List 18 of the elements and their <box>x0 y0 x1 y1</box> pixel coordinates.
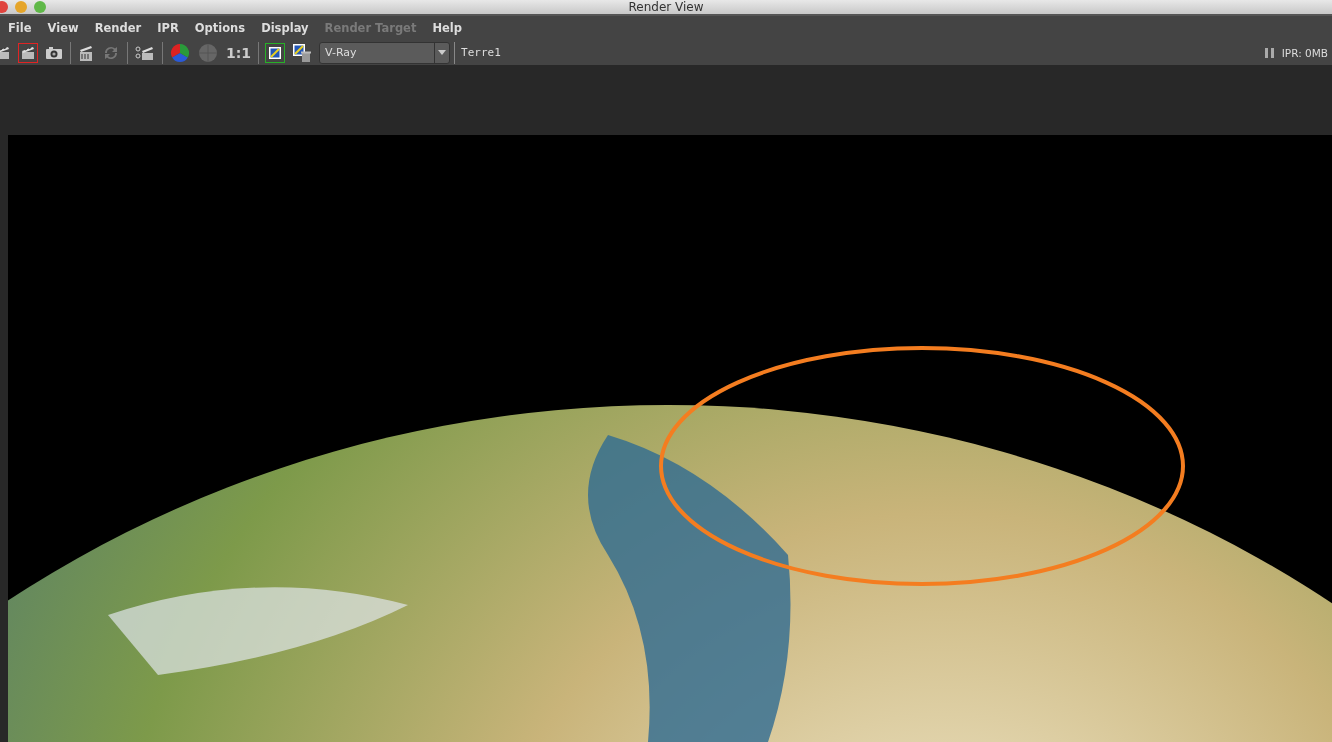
menu-item[interactable]: Options <box>186 21 254 35</box>
color-wheel-icon[interactable] <box>169 42 191 63</box>
actual-size-button[interactable]: 1:1 <box>225 42 253 63</box>
menu-item[interactable]: IPR <box>149 21 187 35</box>
renderer-dropdown[interactable]: V-Ray <box>319 41 451 64</box>
picture-trash-icon[interactable] <box>291 42 314 63</box>
ipr-memory-status: IPR: 0MB <box>1281 46 1328 59</box>
menu-item[interactable]: View <box>39 21 87 35</box>
clapperboard-icon[interactable] <box>18 42 38 63</box>
picture-icon[interactable] <box>265 42 286 63</box>
menu-item[interactable]: Display <box>253 21 317 35</box>
menu-item[interactable]: File <box>0 21 40 35</box>
menu-item[interactable]: Help <box>424 21 471 35</box>
menu-item[interactable]: Render <box>86 21 150 35</box>
caret-icon <box>438 50 447 55</box>
camera-name: Terre1 <box>454 41 501 64</box>
window-title: Render View <box>627 0 705 14</box>
pause-icon[interactable] <box>1264 48 1274 58</box>
